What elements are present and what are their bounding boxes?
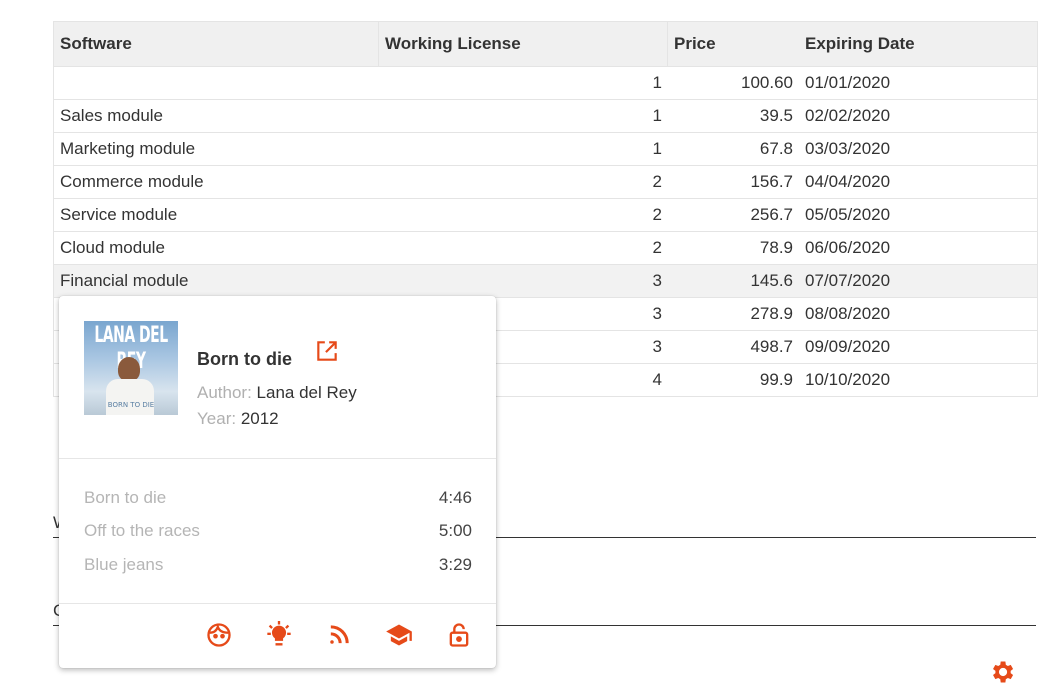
- card-divider-bottom: [59, 603, 496, 604]
- cell-price: 498.7: [750, 337, 793, 356]
- cover-figure-body: [106, 379, 154, 415]
- cell-price: 278.9: [750, 304, 793, 323]
- cell-software: Marketing module: [60, 139, 196, 158]
- cell-working-license: 3: [652, 271, 662, 290]
- cell-expiring-date: 05/05/2020: [805, 205, 891, 224]
- track-duration: 4:46: [438, 488, 472, 507]
- cell-software: Sales module: [60, 106, 164, 125]
- cell-working-license: 2: [652, 238, 662, 257]
- cell-expiring-date: 10/10/2020: [805, 370, 891, 389]
- cell-expiring-date: 01/01/2020: [805, 73, 891, 92]
- table-row[interactable]: Sales module 1 39.5 02/02/2020: [54, 100, 1037, 133]
- cell-price: 100.60: [741, 73, 793, 92]
- year-value: 2012: [240, 409, 279, 428]
- table-row[interactable]: Marketing module 1 67.8 03/03/2020: [54, 133, 1037, 166]
- column-header-working-license[interactable]: Working License: [379, 22, 668, 66]
- graduation-cap-icon[interactable]: [385, 621, 413, 649]
- track-name: Off to the races: [84, 521, 200, 540]
- cell-price: 99.9: [759, 370, 793, 389]
- lock-open-icon[interactable]: [445, 621, 473, 649]
- cell-software: Financial module: [60, 271, 189, 290]
- table-row[interactable]: Commerce module 2 156.7 04/04/2020: [54, 166, 1037, 199]
- table-header-row: Software Working License Price Expiring …: [54, 22, 1037, 67]
- cell-price: 156.7: [750, 172, 793, 191]
- album-popover-card: LANA DEL REY BORN TO DIE Born to die Aut…: [59, 296, 496, 668]
- settings-gear-icon[interactable]: [988, 658, 1016, 686]
- cell-expiring-date: 06/06/2020: [805, 238, 891, 257]
- track-name: Blue jeans: [84, 555, 164, 574]
- album-year: Year: 2012: [197, 409, 279, 429]
- table-row[interactable]: Cloud module 2 78.9 06/06/2020: [54, 232, 1037, 265]
- cell-price: 145.6: [750, 271, 793, 290]
- album-author: Author: Lana del Rey: [197, 383, 357, 403]
- cell-working-license: 1: [652, 139, 662, 158]
- cell-working-license: 2: [652, 172, 662, 191]
- cell-software: Cloud module: [60, 238, 165, 257]
- cell-expiring-date: 03/03/2020: [805, 139, 891, 158]
- cell-working-license: 2: [652, 205, 662, 224]
- track-item[interactable]: Blue jeans 3:29: [84, 555, 472, 575]
- table-row[interactable]: Financial module 3 145.6 07/07/2020: [54, 265, 1037, 298]
- face-icon[interactable]: [205, 621, 233, 649]
- cell-price: 39.5: [759, 106, 793, 125]
- author-label: Author:: [197, 383, 252, 402]
- table-row[interactable]: Service module 2 256.7 05/05/2020: [54, 199, 1037, 232]
- cover-album-text: BORN TO DIE: [107, 401, 155, 409]
- track-name: Born to die: [84, 488, 167, 507]
- column-header-software[interactable]: Software: [54, 22, 379, 66]
- column-header-price[interactable]: Price: [668, 22, 799, 66]
- cell-price: 67.8: [759, 139, 793, 158]
- album-title: Born to die: [197, 349, 292, 369]
- cell-expiring-date: 07/07/2020: [805, 271, 891, 290]
- lightbulb-icon[interactable]: [265, 621, 293, 649]
- album-cover-image: LANA DEL REY BORN TO DIE: [84, 321, 178, 415]
- year-label: Year:: [197, 409, 237, 428]
- track-item[interactable]: Born to die 4:46: [84, 488, 472, 508]
- cell-working-license: 1: [652, 106, 662, 125]
- rss-icon[interactable]: [325, 621, 353, 649]
- column-header-expiring-date[interactable]: Expiring Date: [799, 22, 1037, 66]
- cell-software: Commerce module: [60, 172, 204, 191]
- track-item[interactable]: Off to the races 5:00: [84, 521, 472, 541]
- cover-figure-head: [118, 357, 140, 381]
- cell-expiring-date: 02/02/2020: [805, 106, 891, 125]
- table-row[interactable]: 1 100.60 01/01/2020: [54, 67, 1037, 100]
- cell-price: 256.7: [750, 205, 793, 224]
- cell-expiring-date: 09/09/2020: [805, 337, 891, 356]
- cell-price: 78.9: [759, 238, 793, 257]
- cell-expiring-date: 04/04/2020: [805, 172, 891, 191]
- open-external-icon[interactable]: [314, 338, 340, 364]
- cell-software: [54, 67, 379, 99]
- cell-software: Service module: [60, 205, 178, 224]
- track-duration: 3:29: [438, 555, 472, 574]
- cell-expiring-date: 08/08/2020: [805, 304, 891, 323]
- cell-working-license: 1: [652, 73, 662, 92]
- track-duration: 5:00: [438, 521, 472, 540]
- card-divider-top: [59, 458, 496, 459]
- author-value: Lana del Rey: [256, 383, 357, 402]
- card-actions: [59, 621, 496, 651]
